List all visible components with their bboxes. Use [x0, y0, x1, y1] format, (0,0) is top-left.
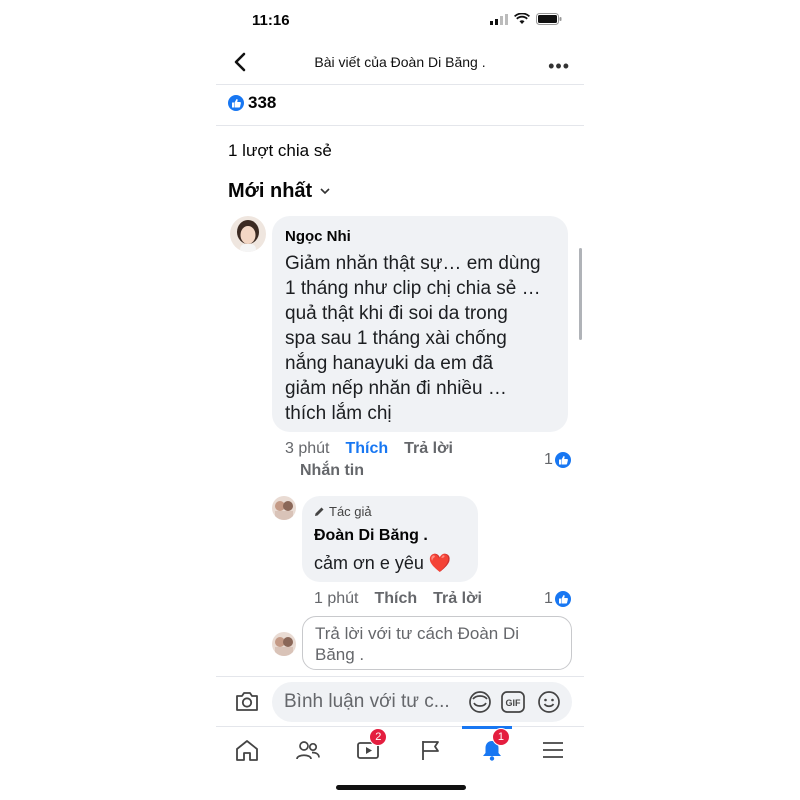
- reaction-summary[interactable]: 338: [228, 93, 276, 113]
- reply-button[interactable]: Trả lời: [404, 440, 453, 458]
- watch-badge: 2: [369, 728, 388, 746]
- tab-watch[interactable]: 2: [353, 728, 388, 766]
- reply-author[interactable]: Đoàn Di Băng .: [314, 527, 428, 545]
- wifi-icon: [514, 13, 530, 24]
- comment-line: spa sau 1 tháng xài chống: [285, 328, 507, 349]
- reply-placeholder: Băng .: [315, 645, 365, 664]
- comment-line: giảm nếp nhăn đi nhiều …: [285, 378, 507, 399]
- tab-pages[interactable]: [415, 734, 447, 766]
- reply-bubble[interactable]: Tác giả Đoàn Di Băng . cảm ơn e yêu ❤️: [302, 496, 478, 582]
- status-time: 11:16: [252, 12, 290, 29]
- tab-bar: 2 1: [216, 728, 584, 772]
- like-icon: [554, 591, 571, 607]
- sort-dropdown[interactable]: Mới nhất: [228, 180, 330, 203]
- like-button[interactable]: Thích: [345, 440, 388, 458]
- comment-text: Giảm nhăn thật sự… em dùng 1 tháng như c…: [285, 251, 565, 426]
- avatar[interactable]: [272, 496, 296, 520]
- share-count[interactable]: 1 lượt chia sẻ: [228, 141, 332, 161]
- comment-line: 1 tháng như clip chị chia sẻ …: [285, 278, 541, 299]
- tab-friends[interactable]: [292, 734, 324, 766]
- reply-text-value: cảm ơn e yêu: [314, 553, 424, 573]
- signal-icon: [490, 13, 508, 25]
- svg-text:GIF: GIF: [506, 698, 522, 708]
- comment-line: nắng hanayuki da em đã: [285, 353, 494, 374]
- home-indicator[interactable]: [336, 785, 466, 790]
- like-icon: [228, 95, 244, 111]
- reply-input[interactable]: Trả lời với tư cách Đoàn Di Băng .: [302, 616, 572, 670]
- message-button[interactable]: Nhắn tin: [300, 462, 364, 480]
- status-icons: [490, 13, 562, 25]
- reply-time: 1 phút: [314, 590, 359, 607]
- comment-actions: 3 phút Thích Trả lời: [285, 440, 453, 458]
- reply-placeholder: Trả lời với tư cách Đoàn Di: [315, 624, 520, 643]
- emoji-icon[interactable]: [537, 690, 561, 714]
- comment-time: 3 phút: [285, 440, 330, 457]
- tab-menu[interactable]: [537, 734, 569, 766]
- camera-icon[interactable]: [234, 689, 260, 713]
- like-count-value: 1: [544, 451, 553, 468]
- comment-author[interactable]: Ngọc Nhi: [285, 228, 351, 245]
- like-count-value: 1: [544, 590, 553, 607]
- message-action: Nhắn tin: [300, 462, 364, 480]
- avatar: [272, 632, 296, 656]
- menu-icon: [543, 742, 564, 758]
- comment-bubble[interactable]: Ngọc Nhi Giảm nhăn thật sự… em dùng 1 th…: [272, 216, 568, 432]
- sort-label: Mới nhất: [228, 180, 313, 202]
- avatar-sticker-icon[interactable]: [468, 690, 492, 714]
- avatar[interactable]: [230, 216, 266, 252]
- more-options-icon[interactable]: •••: [548, 56, 570, 77]
- phone-screen: 11:16 Bài viết của Đoàn Di Băng . ••• 33…: [216, 0, 584, 800]
- comment-input[interactable]: Bình luận với tư c...: [272, 682, 572, 722]
- divider: [216, 84, 584, 85]
- author-badge-label: Tác giả: [329, 504, 372, 519]
- tab-home[interactable]: [231, 734, 263, 766]
- divider: [216, 676, 584, 677]
- divider: [216, 125, 584, 126]
- chevron-down-icon: [320, 188, 330, 195]
- pencil-icon: [315, 507, 324, 516]
- reply-text: cảm ơn e yêu ❤️: [314, 551, 451, 576]
- comment-line: Giảm nhăn thật sự… em dùng: [285, 253, 541, 274]
- reply-like-count[interactable]: 1: [544, 590, 571, 608]
- reply-actions: 1 phút Thích Trả lời: [314, 590, 482, 608]
- like-button[interactable]: Thích: [374, 590, 417, 608]
- heart-emoji: ❤️: [428, 553, 452, 573]
- battery-icon: [536, 13, 562, 25]
- comment-line: thích lắm chị: [285, 403, 392, 424]
- divider: [216, 726, 584, 727]
- tab-notifications[interactable]: 1: [476, 728, 510, 766]
- comment-line: quả thật khi đi soi da trong: [285, 303, 508, 324]
- scrollbar[interactable]: [579, 248, 582, 340]
- author-badge: Tác giả: [314, 504, 372, 519]
- like-icon: [554, 452, 571, 468]
- notifications-badge: 1: [491, 728, 510, 746]
- home-icon: [235, 740, 258, 761]
- reaction-count: 338: [248, 93, 277, 112]
- gif-icon[interactable]: GIF: [501, 691, 525, 713]
- comment-placeholder: Bình luận với tư c...: [284, 691, 450, 712]
- comment-like-count[interactable]: 1: [544, 451, 571, 469]
- reply-button[interactable]: Trả lời: [433, 590, 482, 608]
- page-title: Bài viết của Đoàn Di Băng .: [314, 54, 486, 70]
- friends-icon: [296, 741, 320, 760]
- pages-flag-icon: [421, 741, 439, 760]
